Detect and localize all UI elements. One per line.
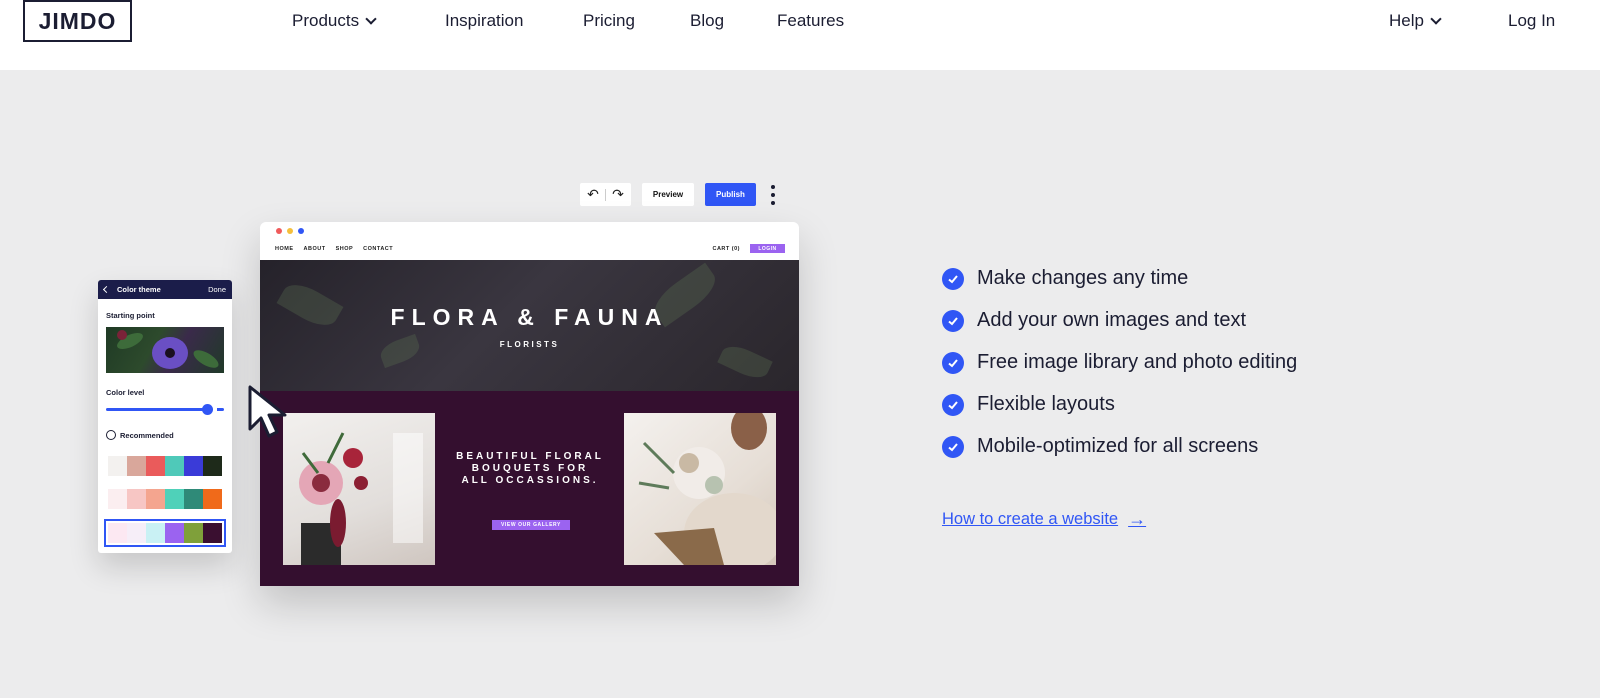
recommended-label: Recommended <box>120 431 174 440</box>
mockup-cart: CART (0) <box>712 246 740 252</box>
nav-help-label: Help <box>1389 11 1424 30</box>
website-preview-mockup: HOME ABOUT SHOP CONTACT CART (0) LOGIN F… <box>260 222 799 586</box>
feature-text: Flexible layouts <box>977 393 1115 415</box>
undo-redo-group: ↶ ↷ <box>580 183 631 206</box>
color-level-slider-thumb[interactable] <box>201 404 213 415</box>
mockup-nav-contact: CONTACT <box>363 246 394 252</box>
nav-help[interactable]: Help <box>1389 11 1442 31</box>
palette-swatch <box>165 523 184 543</box>
palette-swatch <box>184 523 203 543</box>
flower-photo-right <box>624 413 776 565</box>
mouse-cursor-icon <box>248 385 287 438</box>
mockup-site-nav: HOME ABOUT SHOP CONTACT <box>275 246 393 252</box>
feature-item: Add your own images and text <box>942 309 1246 332</box>
color-level-label: Color level <box>106 388 145 397</box>
palette-swatch <box>108 489 127 509</box>
checkmark-icon <box>942 393 964 416</box>
how-to-create-website-link[interactable]: How to create a website → <box>942 509 1146 530</box>
publish-button[interactable]: Publish <box>705 183 756 206</box>
palette-swatch <box>146 523 165 543</box>
mockup-nav-about: ABOUT <box>303 246 326 252</box>
nav-features[interactable]: Features <box>777 11 844 31</box>
mockup-hero: FLORA & FAUNA FLORISTS <box>260 260 799 391</box>
mockup-gallery-button: VIEW OUR GALLERY <box>492 520 570 530</box>
starting-point-label: Starting point <box>106 311 155 320</box>
feature-item: Free image library and photo editing <box>942 351 1297 374</box>
done-button[interactable]: Done <box>208 285 226 294</box>
palette-swatch <box>108 456 127 476</box>
mockup-nav-shop: SHOP <box>335 246 354 252</box>
palette-swatch <box>203 489 222 509</box>
feature-text: Free image library and photo editing <box>977 351 1298 373</box>
mockup-nav-home: HOME <box>275 246 294 252</box>
palette-swatch <box>203 523 222 543</box>
window-dot-red <box>276 228 282 234</box>
feature-text: Mobile-optimized for all screens <box>977 435 1259 457</box>
feature-item: Mobile-optimized for all screens <box>942 435 1258 458</box>
nav-products[interactable]: Products <box>292 11 377 31</box>
divider <box>604 188 606 201</box>
mockup-feature-section: BEAUTIFUL FLORAL BOUQUETS FOR ALL OCCASS… <box>260 391 799 586</box>
nav-products-label: Products <box>292 11 360 30</box>
more-vertical-icon[interactable] <box>768 185 778 205</box>
palette-option-2[interactable] <box>108 489 222 509</box>
palette-swatch <box>146 456 165 476</box>
redo-icon[interactable]: ↷ <box>612 186 624 203</box>
palette-swatch <box>165 456 184 476</box>
feature-item: Flexible layouts <box>942 393 1115 416</box>
palette-swatch <box>127 489 146 509</box>
checkmark-icon <box>942 435 964 458</box>
palette-swatch <box>203 456 222 476</box>
palette-swatch <box>184 456 203 476</box>
mockup-login-button: LOGIN <box>750 244 785 253</box>
nav-inspiration[interactable]: Inspiration <box>445 11 523 31</box>
preview-button[interactable]: Preview <box>642 183 694 206</box>
window-dot-yellow <box>287 228 293 234</box>
leaf-shape <box>377 333 423 369</box>
recommended-icon <box>106 430 116 440</box>
palette-swatch <box>146 489 165 509</box>
color-theme-panel: Color theme Done Starting point Color le… <box>98 280 232 553</box>
feature-text: Add your own images and text <box>977 309 1247 331</box>
checkmark-icon <box>942 267 964 290</box>
feature-item: Make changes any time <box>942 267 1188 290</box>
palette-option-1[interactable] <box>108 456 222 476</box>
window-dot-blue <box>298 228 304 234</box>
how-to-link-label: How to create a website <box>942 510 1119 528</box>
nav-blog[interactable]: Blog <box>690 11 724 31</box>
panel-title: Color theme <box>117 285 161 294</box>
login-link[interactable]: Log In <box>1508 11 1555 31</box>
chevron-left-icon[interactable] <box>102 285 111 294</box>
checkmark-icon <box>942 351 964 374</box>
starting-point-image[interactable] <box>106 327 224 373</box>
palette-swatch <box>127 456 146 476</box>
palette-swatch <box>184 489 203 509</box>
mockup-hero-title: FLORA & FAUNA <box>390 304 669 330</box>
arrow-right-icon: → <box>1128 509 1147 529</box>
palette-swatch <box>165 489 184 509</box>
window-controls <box>276 228 304 234</box>
mockup-tagline: BEAUTIFUL FLORAL BOUQUETS FOR ALL OCCASS… <box>456 451 604 486</box>
chevron-down-icon <box>1430 13 1442 25</box>
top-navigation: JIMDO Products Inspiration Pricing Blog … <box>0 0 1600 70</box>
chevron-down-icon <box>365 13 377 25</box>
undo-icon[interactable]: ↶ <box>587 186 599 203</box>
palette-swatch <box>127 523 146 543</box>
nav-pricing[interactable]: Pricing <box>583 11 635 31</box>
mockup-hero-subtitle: FLORISTS <box>499 340 560 349</box>
feature-text: Make changes any time <box>977 267 1189 289</box>
checkmark-icon <box>942 309 964 332</box>
flower-photo-left <box>283 413 435 565</box>
palette-swatch <box>108 523 127 543</box>
palette-option-3-selected[interactable] <box>104 519 226 547</box>
jimdo-logo[interactable]: JIMDO <box>23 0 132 42</box>
panel-header: Color theme Done <box>98 280 232 299</box>
